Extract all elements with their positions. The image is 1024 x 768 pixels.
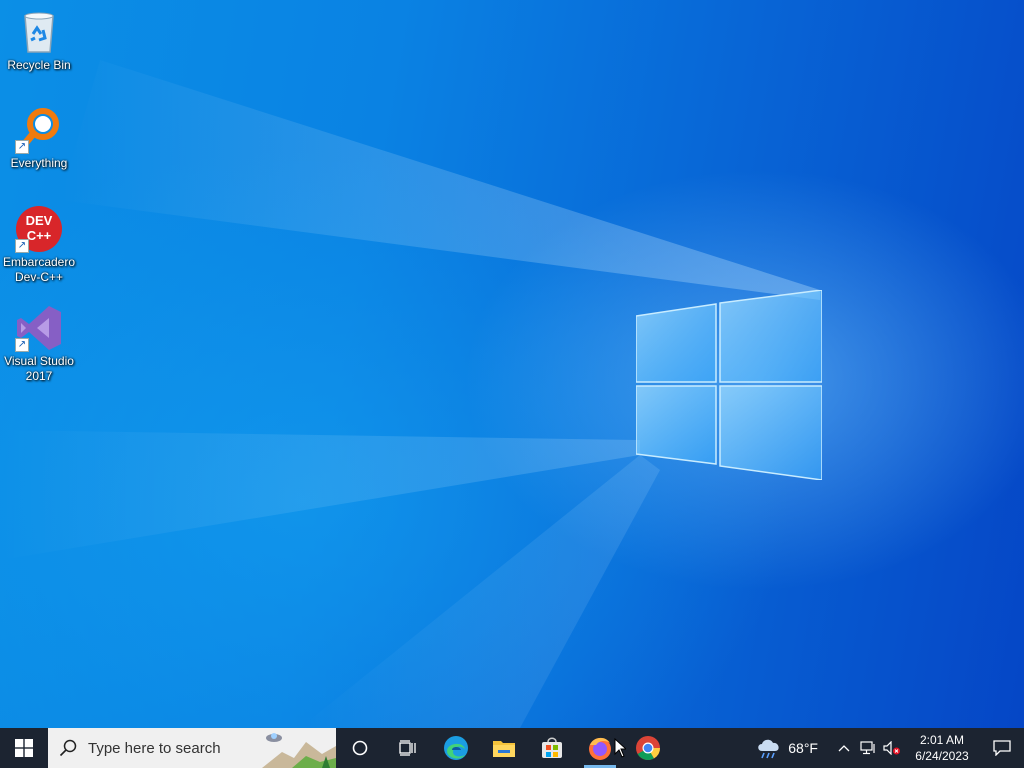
visual-studio-icon: ↗ [15, 304, 63, 352]
clock-time: 2:01 AM [919, 733, 965, 747]
shortcut-arrow-icon: ↗ [15, 338, 29, 352]
action-center-button[interactable] [980, 728, 1024, 768]
show-hidden-icons-button[interactable] [832, 728, 856, 768]
desktop-icon-label: Recycle Bin [7, 58, 71, 72]
wallpaper-light-beams [0, 60, 820, 728]
devcpp-icon: DEV C++ ↗ [15, 205, 63, 253]
taskbar: Type here to search 68°F 2:01 AM 6/24/20… [0, 728, 1024, 768]
recycle-bin-icon [15, 8, 63, 56]
shortcut-arrow-icon: ↗ [15, 140, 29, 154]
windows-logo-graphic [636, 290, 822, 480]
mouse-cursor-icon [614, 738, 626, 758]
firefox-icon [589, 737, 611, 760]
volume-muted-icon [883, 741, 900, 755]
chrome-icon [636, 736, 660, 761]
taskbar-app-file-explorer[interactable] [480, 728, 528, 768]
chevron-up-icon [838, 745, 850, 752]
weather-widget[interactable]: 68°F [748, 737, 832, 759]
windows-start-icon [15, 739, 33, 757]
search-placeholder: Type here to search [88, 739, 221, 757]
system-tray: 68°F 2:01 AM 6/24/2023 [748, 728, 1024, 768]
network-status-button[interactable] [856, 728, 880, 768]
desktop-wallpaper [0, 0, 1024, 728]
desktop-icon-label: Visual Studio 2017 [4, 354, 74, 383]
task-view-button[interactable] [384, 728, 432, 768]
store-icon [542, 737, 562, 758]
edge-icon [444, 736, 468, 760]
network-icon [860, 741, 875, 755]
taskbar-app-store[interactable] [528, 728, 576, 768]
desktop-icon-devcpp[interactable]: DEV C++ ↗ Embarcadero Dev-C++ [0, 205, 78, 285]
taskbar-clock[interactable]: 2:01 AM 6/24/2023 [904, 732, 980, 764]
taskbar-search-box[interactable]: Type here to search [48, 728, 336, 768]
task-view-icon [399, 740, 416, 756]
search-icon [48, 739, 88, 757]
desktop-icon-visual-studio[interactable]: ↗ Visual Studio 2017 [0, 304, 78, 384]
weather-temperature: 68°F [788, 740, 818, 756]
volume-button[interactable] [880, 728, 904, 768]
cloud-rain-icon [758, 739, 779, 759]
cortana-button[interactable] [336, 728, 384, 768]
search-highlight-illustration-icon [262, 728, 336, 768]
everything-search-icon: ↗ [15, 106, 63, 154]
taskbar-app-chrome[interactable] [624, 728, 672, 768]
desktop-icon-label: Everything [10, 156, 68, 170]
taskbar-app-edge[interactable] [432, 728, 480, 768]
cortana-circle-icon [352, 740, 368, 756]
clock-date: 6/24/2023 [915, 749, 969, 763]
desktop-icon-everything[interactable]: ↗ Everything [0, 106, 78, 171]
desktop-icon-label: Embarcadero Dev-C++ [2, 255, 76, 284]
shortcut-arrow-icon: ↗ [15, 239, 29, 253]
start-button[interactable] [0, 728, 48, 768]
folder-icon [493, 741, 515, 757]
notification-icon [993, 740, 1011, 756]
desktop-icon-recycle-bin[interactable]: Recycle Bin [0, 8, 78, 73]
